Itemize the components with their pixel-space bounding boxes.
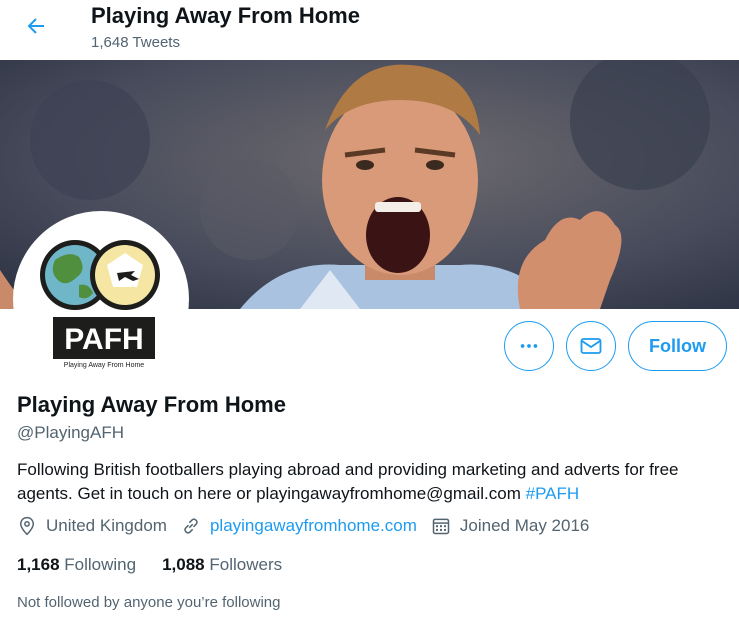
pafh-logo: PAFH Playing Away From Home [17, 215, 185, 383]
website-item[interactable]: playingawayfromhome.com [181, 516, 417, 536]
following-link[interactable]: 1,168 Following [17, 555, 136, 575]
profile-meta: United Kingdom playingawayfromhome.com J… [17, 516, 603, 536]
profile-bio: Following British footballers playing ab… [17, 458, 727, 506]
joined-text: Joined May 2016 [459, 516, 590, 535]
followers-label: Followers [209, 555, 283, 574]
back-arrow-icon [27, 18, 44, 34]
following-count: 1,168 [17, 555, 60, 574]
website-link[interactable]: playingawayfromhome.com [210, 516, 417, 536]
location-text: United Kingdom [46, 516, 167, 535]
profile-name: Playing Away From Home [17, 392, 286, 417]
follow-button[interactable]: Follow [628, 321, 727, 371]
mail-icon [580, 338, 602, 354]
bio-hashtag-link[interactable]: #PAFH [526, 484, 580, 503]
not-followed-note: Not followed by anyone you’re following [17, 594, 281, 611]
tweet-count: 1,648 Tweets [91, 34, 180, 51]
followers-link[interactable]: 1,088 Followers [162, 555, 282, 575]
back-button[interactable] [18, 8, 54, 44]
joined-item: Joined May 2016 [431, 516, 589, 536]
more-icon [520, 344, 538, 348]
calendar-icon [432, 518, 450, 535]
followers-count: 1,088 [162, 555, 205, 574]
logo-subtext: Playing Away From Home [64, 362, 145, 369]
more-button[interactable] [504, 321, 554, 371]
location-item: United Kingdom [17, 516, 167, 536]
top-bar: Playing Away From Home 1,648 Tweets [0, 0, 739, 60]
profile-handle: @PlayingAFH [17, 423, 125, 442]
location-icon [19, 516, 35, 536]
profile-avatar[interactable]: PAFH Playing Away From Home [13, 211, 189, 387]
link-icon [184, 518, 198, 534]
following-label: Following [64, 555, 137, 574]
bio-text: Following British footballers playing ab… [17, 460, 679, 503]
profile-actions: Follow [504, 321, 727, 371]
profile-stats: 1,168 Following 1,088 Followers [17, 555, 308, 575]
message-button[interactable] [566, 321, 616, 371]
logo-text: PAFH [64, 323, 143, 356]
header-title: Playing Away From Home [91, 3, 360, 28]
